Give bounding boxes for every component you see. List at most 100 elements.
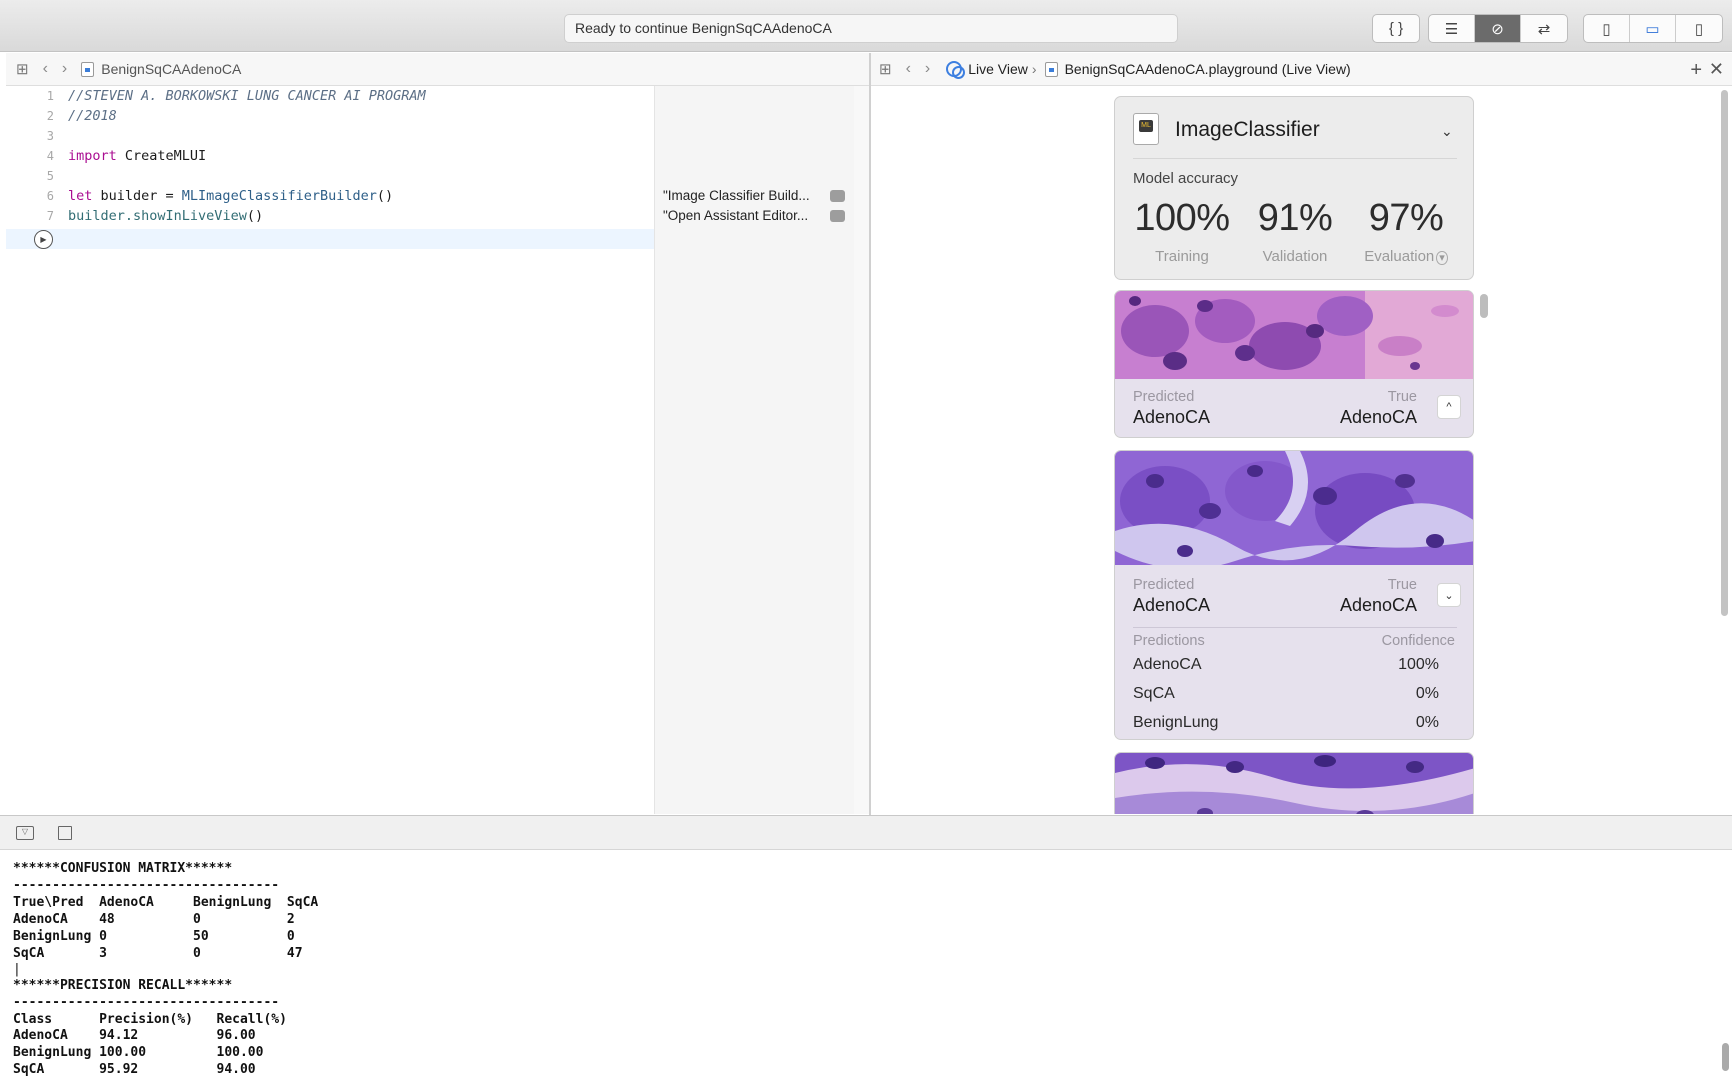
view-toggle-group: ▯ ▭ ▯ [1583, 14, 1723, 43]
predicted-class: AdenoCA [1133, 407, 1211, 427]
code-text: import CreateMLUI [68, 146, 206, 166]
tissue-sample-image [1115, 451, 1473, 565]
validation-metric: 91% Validation [1240, 197, 1350, 265]
quick-look-icon[interactable] [830, 210, 845, 222]
evaluation-dropdown-icon[interactable]: ▾ [1436, 251, 1448, 265]
console-line: ******CONFUSION MATRIX****** [13, 861, 233, 876]
activity-status-field: Ready to continue BenignSqCAAdenoCA [564, 14, 1178, 43]
playground-file-icon [81, 61, 95, 77]
prediction-class: SqCA [1133, 685, 1175, 702]
predicted-class: AdenoCA [1133, 595, 1211, 615]
prediction-row: AdenoCA 100% [1133, 656, 1457, 674]
inspector-icon[interactable]: ▯ [1676, 15, 1722, 42]
braces-icon[interactable]: { } [1373, 15, 1419, 42]
console-line: AdenoCA 94.12 96.00 [13, 1028, 256, 1043]
model-accuracy-label: Model accuracy [1133, 170, 1239, 187]
assistant-jump-bar: ⊞ ‹ › Live View › BenignSqCAAdenoCA.play… [871, 53, 1732, 86]
live-view-crumb[interactable]: Live View [968, 61, 1028, 77]
standard-editor-icon[interactable]: ☰ [1429, 15, 1475, 42]
collapse-button[interactable]: ^ [1437, 395, 1461, 419]
identifier: builder [68, 208, 125, 224]
chevron-down-icon[interactable]: ⌄ [1441, 123, 1453, 140]
code-text: let builder = MLImageClassifierBuilder() [68, 186, 393, 206]
back-arrow-icon[interactable]: ‹ [906, 60, 911, 78]
history-scroll-thumb[interactable] [1480, 294, 1488, 318]
divider [1133, 627, 1457, 628]
type-name: MLImageClassifierBuilder [181, 188, 377, 204]
quick-look-icon[interactable] [830, 190, 845, 202]
related-items-icon[interactable]: ⊞ [879, 60, 892, 78]
code-line: 7 builder.showInLiveView() [6, 206, 654, 226]
back-arrow-icon[interactable]: ‹ [43, 60, 48, 78]
forward-arrow-icon[interactable]: › [925, 60, 930, 78]
console-line: ---------------------------------- [13, 995, 280, 1010]
line-number: 2 [46, 109, 54, 123]
line-number: 5 [46, 169, 54, 183]
metric-label-text: Evaluation [1364, 248, 1435, 265]
forward-arrow-icon[interactable]: › [62, 60, 67, 78]
true-label: True [1387, 577, 1417, 593]
version-editor-icon[interactable]: ⇄ [1521, 15, 1567, 42]
identifier: CreateMLUI [116, 148, 207, 164]
breadcrumb-separator-icon: › [1031, 61, 1037, 77]
playground-file-crumb[interactable]: BenignSqCAAdenoCA.playground (Live View) [1065, 61, 1351, 77]
add-editor-button[interactable]: + [1690, 59, 1702, 82]
results-sidebar: "Image Classifier Build... "Open Assista… [654, 86, 854, 814]
training-metric: 100% Training [1127, 197, 1237, 265]
console-line: ******PRECISION RECALL****** [13, 978, 233, 993]
code-text: builder.showInLiveView() [68, 206, 263, 226]
expand-button[interactable]: ⌄ [1437, 583, 1461, 607]
prediction-row: BenignLung 0% [1133, 714, 1457, 732]
code-line: 5 [6, 166, 654, 186]
run-playground-button[interactable]: ▶ [34, 230, 53, 249]
prediction-confidence: 100% [1398, 656, 1439, 673]
console-cursor: | [13, 962, 21, 977]
keyword: let [68, 188, 93, 204]
console-output[interactable]: ******CONFUSION MATRIX****** -----------… [0, 850, 1732, 1080]
punctuation: () [376, 188, 394, 204]
image-classifier-card: ImageClassifier ⌄ Model accuracy 100% Tr… [1114, 96, 1474, 280]
editor-scroll-gutter [854, 86, 870, 814]
prediction-confidence: 0% [1415, 685, 1439, 702]
live-view-icon [946, 61, 966, 79]
console-toggle-button[interactable] [58, 826, 72, 840]
navigator-icon[interactable]: ▯ [1584, 15, 1630, 42]
debug-area-icon[interactable]: ▭ [1630, 15, 1676, 42]
code-editor[interactable]: 1 //STEVEN A. BORKOWSKI LUNG CANCER AI P… [6, 86, 654, 814]
console-scroll-thumb[interactable] [1722, 1043, 1729, 1071]
prediction-card [1114, 752, 1474, 814]
divider [1133, 158, 1457, 159]
keyword: import [68, 148, 117, 164]
code-text: //STEVEN A. BORKOWSKI LUNG CANCER AI PRO… [68, 88, 426, 104]
metric-label: Validation [1262, 248, 1328, 265]
predicted-label: Predicted [1133, 389, 1195, 405]
metric-label: Training [1155, 248, 1209, 265]
editor-file-crumb[interactable]: BenignSqCAAdenoCA [101, 61, 241, 77]
hide-debug-area-button[interactable]: ▽ [16, 826, 34, 840]
metric-value: 97% [1368, 197, 1444, 239]
code-line: 1 //STEVEN A. BORKOWSKI LUNG CANCER AI P… [6, 86, 654, 106]
result-line: "Image Classifier Build... [663, 186, 851, 206]
metric-label: Evaluation ▾ [1351, 248, 1461, 265]
line-number: 6 [46, 189, 54, 203]
code-line: 2 //2018 [6, 106, 654, 126]
line-number: 3 [46, 129, 54, 143]
live-view-scroll-thumb[interactable] [1721, 90, 1728, 616]
close-editor-button[interactable]: ✕ [1709, 59, 1724, 80]
console-line: BenignLung 100.00 100.00 [13, 1045, 264, 1060]
console-line: SqCA 3 0 47 [13, 946, 303, 961]
prediction-card: Predicted True AdenoCA AdenoCA ⌄ Predict… [1114, 450, 1474, 740]
line-number: 7 [46, 209, 54, 223]
assistant-editor-icon[interactable]: ⊘ [1475, 15, 1521, 42]
prediction-class: AdenoCA [1133, 656, 1202, 673]
predicted-label: Predicted [1133, 577, 1195, 593]
related-items-icon[interactable]: ⊞ [16, 60, 29, 78]
true-class: AdenoCA [1339, 407, 1417, 427]
prediction-card: Predicted True AdenoCA AdenoCA ^ [1114, 290, 1474, 438]
true-label: True [1387, 389, 1417, 405]
code-line: 6 let builder = MLImageClassifierBuilder… [6, 186, 654, 206]
line-number: 4 [46, 149, 54, 163]
window-toolbar: Ready to continue BenignSqCAAdenoCA { } … [0, 0, 1732, 52]
confidence-header: Confidence [1381, 633, 1455, 649]
current-line-highlight [6, 229, 654, 249]
